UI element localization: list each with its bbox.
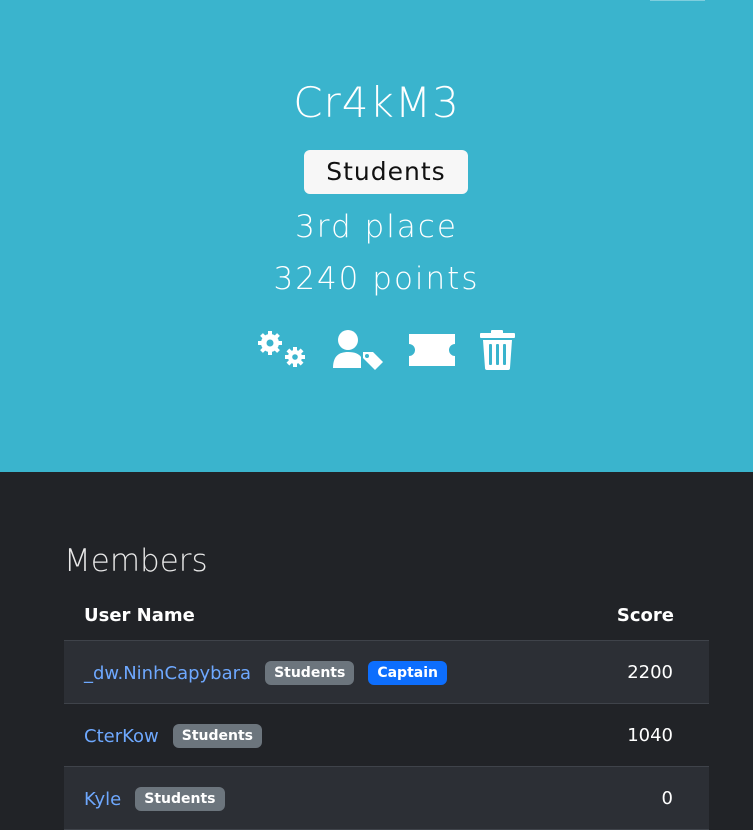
user-tag-icon bbox=[333, 330, 383, 370]
bracket-badge: Students bbox=[304, 150, 468, 194]
gears-icon bbox=[258, 331, 305, 367]
captain-button[interactable] bbox=[331, 328, 387, 372]
table-row: _dw.NinhCapybara Students Captain 2200 bbox=[64, 641, 709, 704]
column-user-name: User Name bbox=[84, 605, 195, 626]
bracket-badge: Students bbox=[172, 724, 263, 748]
column-score: Score bbox=[616, 605, 674, 626]
team-place: 3rd place bbox=[295, 209, 458, 245]
member-score: 1040 bbox=[627, 725, 673, 746]
members-title: Members bbox=[64, 543, 208, 579]
settings-button[interactable] bbox=[253, 328, 309, 372]
nav-indicator bbox=[650, 0, 705, 1]
team-header: Cr4kM3 Students 3rd place 3240 points bbox=[0, 0, 753, 472]
team-actions bbox=[253, 328, 523, 372]
invite-button[interactable] bbox=[406, 328, 462, 372]
trash-icon bbox=[480, 330, 515, 370]
bracket-badge: Students bbox=[135, 787, 225, 811]
member-name-cell: _dw.NinhCapybara Students Captain bbox=[84, 660, 447, 686]
delete-button[interactable] bbox=[478, 328, 534, 372]
member-link[interactable]: _dw.NinhCapybara bbox=[84, 663, 251, 684]
member-link[interactable]: Kyle bbox=[84, 789, 121, 810]
table-row: Kyle Students 0 bbox=[64, 767, 709, 830]
members-section: Members User Name Score _dw.NinhCapybara… bbox=[0, 472, 753, 830]
team-points: 3240 points bbox=[273, 261, 480, 297]
ticket-icon bbox=[409, 334, 455, 366]
table-row: CterKow Students 1040 bbox=[64, 704, 709, 767]
member-score: 0 bbox=[661, 788, 673, 809]
member-name-cell: Kyle Students bbox=[84, 786, 225, 812]
members-table: User Name Score _dw.NinhCapybara Student… bbox=[64, 594, 709, 830]
member-name-cell: CterKow Students bbox=[84, 723, 263, 749]
table-header: User Name Score bbox=[64, 594, 709, 641]
captain-badge: Captain bbox=[368, 661, 447, 685]
member-score: 2200 bbox=[627, 662, 673, 683]
bracket-badge: Students bbox=[265, 661, 355, 685]
member-link[interactable]: CterKow bbox=[84, 726, 159, 747]
team-name: Cr4kM3 bbox=[293, 78, 460, 127]
